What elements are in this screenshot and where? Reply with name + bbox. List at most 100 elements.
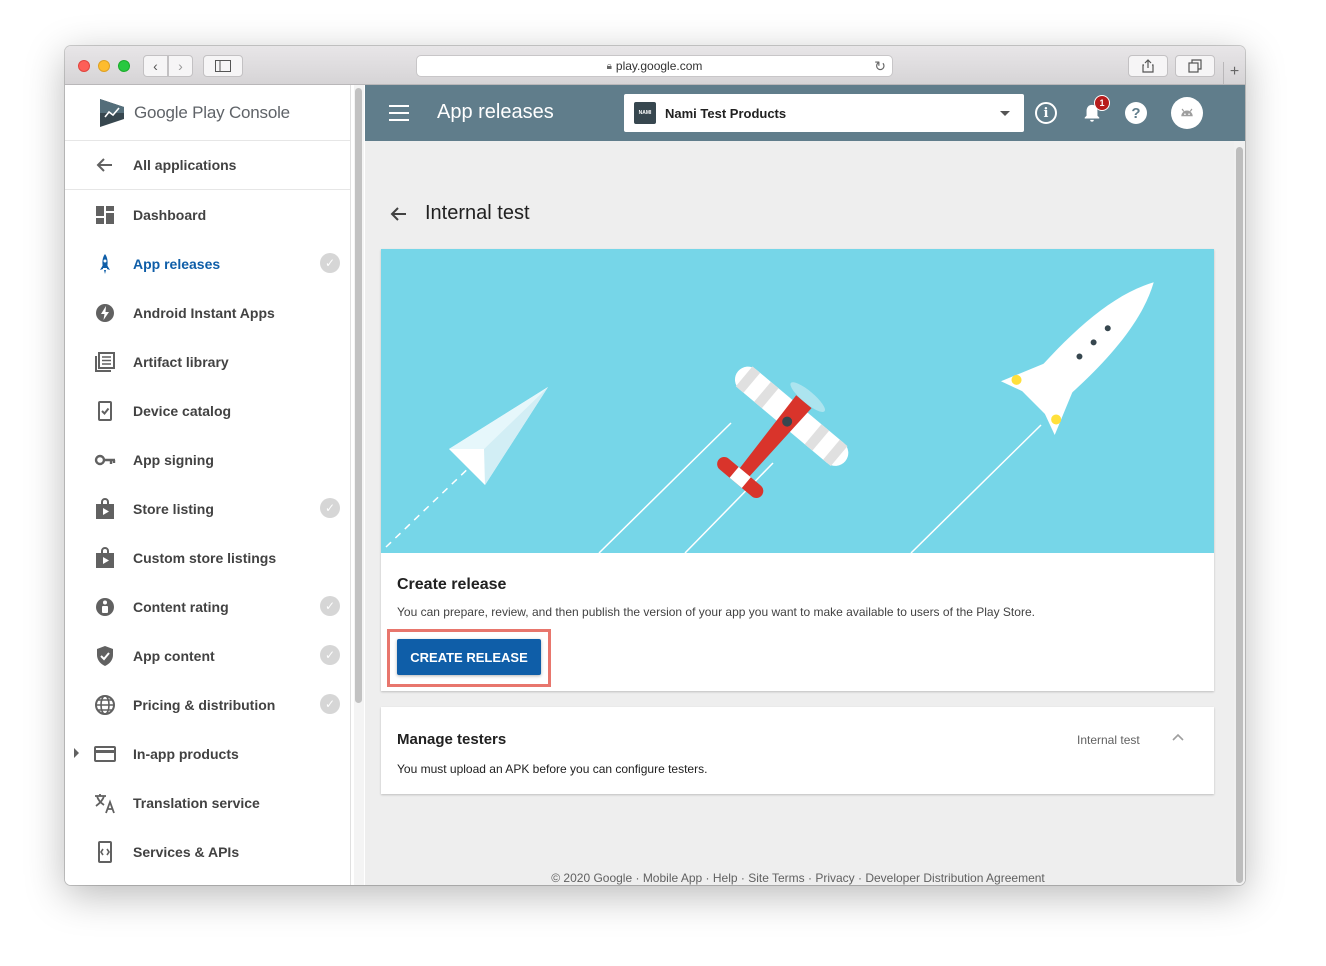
browser-sidebar-button[interactable] bbox=[203, 55, 243, 77]
dropdown-arrow-icon bbox=[1000, 111, 1010, 116]
release-hero-illustration bbox=[381, 249, 1214, 553]
sidebar-icon bbox=[215, 60, 231, 72]
sidebar-item-app-signing[interactable]: App signing bbox=[65, 435, 350, 484]
menu-icon[interactable] bbox=[389, 105, 409, 121]
manage-testers-title: Manage testers bbox=[397, 731, 507, 748]
rating-icon bbox=[65, 596, 133, 618]
help-icon[interactable]: ? bbox=[1125, 102, 1147, 124]
check-icon: ✓ bbox=[320, 498, 340, 518]
url-text: play.google.com bbox=[615, 59, 703, 73]
account-avatar[interactable] bbox=[1171, 97, 1203, 129]
close-window-button[interactable] bbox=[78, 60, 90, 72]
expand-arrow-icon[interactable] bbox=[74, 748, 79, 758]
app-icon: NAMI bbox=[634, 102, 656, 124]
create-release-card: Create release You can prepare, review, … bbox=[381, 249, 1214, 691]
sidebar-item-label: Translation service bbox=[133, 794, 260, 811]
bolt-icon bbox=[65, 302, 133, 324]
dashboard-icon bbox=[65, 204, 133, 226]
sidebar-item-artifact-library[interactable]: Artifact library bbox=[65, 337, 350, 386]
chevron-up-icon[interactable] bbox=[1172, 732, 1184, 744]
create-release-description: You can prepare, review, and then publis… bbox=[397, 605, 1035, 619]
check-icon: ✓ bbox=[320, 694, 340, 714]
check-icon: ✓ bbox=[320, 253, 340, 273]
main-content: App releases NAMI Nami Test Products i 1… bbox=[365, 85, 1245, 885]
lock-icon: 🔒︎ bbox=[606, 60, 612, 72]
sidebar-item-store-listing[interactable]: Store listing ✓ bbox=[65, 484, 350, 533]
sidebar-item-app-releases[interactable]: App releases ✓ bbox=[65, 239, 350, 288]
manage-testers-card: Manage testers Internal test You must up… bbox=[381, 707, 1214, 794]
chevron-right-icon: › bbox=[178, 58, 183, 74]
header-title: App releases bbox=[437, 101, 554, 123]
sidebar-item-app-content[interactable]: App content ✓ bbox=[65, 631, 350, 680]
sidebar-item-label: Services & APIs bbox=[133, 843, 240, 860]
app-header: App releases NAMI Nami Test Products i 1… bbox=[365, 85, 1245, 141]
browser-back-button[interactable]: ‹ bbox=[143, 55, 168, 77]
manage-testers-description: You must upload an APK before you can co… bbox=[397, 762, 708, 776]
hero-artwork bbox=[381, 249, 1214, 553]
sidebar-item-custom-store-listings[interactable]: Custom store listings bbox=[65, 533, 350, 582]
check-icon: ✓ bbox=[320, 645, 340, 665]
sidebar-item-label: Device catalog bbox=[133, 402, 232, 419]
app-name: Nami Test Products bbox=[665, 105, 787, 121]
tabs-icon bbox=[1188, 59, 1202, 73]
minimize-window-button[interactable] bbox=[98, 60, 110, 72]
browser-toolbar: ‹ › 🔒︎ play.google.com ↻ + bbox=[65, 46, 1245, 85]
sidebar-item-android-instant-apps[interactable]: Android Instant Apps bbox=[65, 288, 350, 337]
sidebar-item-label: Dashboard bbox=[133, 206, 207, 223]
all-applications-label: All applications bbox=[133, 157, 237, 173]
rocket-icon bbox=[65, 253, 133, 275]
show-tabs-button[interactable] bbox=[1175, 55, 1215, 77]
translate-icon bbox=[65, 792, 133, 814]
sidebar-item-pricing-distribution[interactable]: Pricing & distribution ✓ bbox=[65, 680, 350, 729]
left-navigation: Google Play Console All applications Das… bbox=[65, 85, 351, 885]
globe-icon bbox=[65, 694, 133, 716]
sidebar-item-translation-service[interactable]: Translation service bbox=[65, 778, 350, 827]
arrow-back-icon bbox=[65, 154, 133, 176]
testers-track-label: Internal test bbox=[1077, 733, 1140, 747]
create-release-button[interactable]: CREATE RELEASE bbox=[397, 639, 541, 675]
sidebar-item-services-apis[interactable]: Services & APIs bbox=[65, 827, 350, 876]
store-icon bbox=[65, 546, 133, 569]
zoom-window-button[interactable] bbox=[118, 60, 130, 72]
sidebar-item-label: Android Instant Apps bbox=[133, 304, 275, 321]
shield-icon bbox=[65, 645, 133, 667]
logo-brand-text: Google Play bbox=[134, 102, 225, 122]
page-back-arrow-icon[interactable] bbox=[389, 204, 409, 229]
browser-window: ‹ › 🔒︎ play.google.com ↻ + Google Play C… bbox=[65, 46, 1245, 885]
sidebar-item-device-catalog[interactable]: Device catalog bbox=[65, 386, 350, 435]
share-button[interactable] bbox=[1128, 55, 1168, 77]
create-release-title: Create release bbox=[397, 576, 507, 593]
sidebar-scrollbar-thumb[interactable] bbox=[355, 88, 362, 703]
sidebar-item-label: In-app products bbox=[133, 745, 239, 762]
sidebar-item-label: Store listing bbox=[133, 500, 214, 517]
browser-forward-button[interactable]: › bbox=[168, 55, 193, 77]
sidebar-item-label: Content rating bbox=[133, 598, 229, 615]
logo-product-text: Console bbox=[228, 102, 290, 122]
android-icon bbox=[1181, 108, 1193, 117]
sidebar-item-dashboard[interactable]: Dashboard bbox=[65, 190, 350, 239]
library-icon bbox=[65, 351, 133, 373]
info-icon[interactable]: i bbox=[1035, 102, 1057, 124]
share-icon bbox=[1142, 59, 1154, 73]
main-scrollbar-thumb[interactable] bbox=[1236, 147, 1243, 883]
page-footer: © 2020 Google · Mobile App · Help · Site… bbox=[551, 871, 1045, 885]
address-bar[interactable]: 🔒︎ play.google.com ↻ bbox=[416, 55, 893, 77]
page-title: Internal test bbox=[425, 202, 530, 224]
app-selector[interactable]: NAMI Nami Test Products bbox=[624, 94, 1024, 132]
device-catalog-icon bbox=[65, 400, 133, 422]
sidebar-item-label: Pricing & distribution bbox=[133, 696, 276, 713]
key-icon bbox=[65, 449, 133, 471]
api-icon bbox=[65, 840, 133, 863]
sidebar-item-in-app-products[interactable]: In-app products bbox=[65, 729, 350, 778]
all-applications-link[interactable]: All applications bbox=[65, 141, 350, 190]
chevron-left-icon: ‹ bbox=[153, 58, 158, 74]
play-console-logo[interactable]: Google Play Console bbox=[65, 85, 350, 141]
store-icon bbox=[65, 497, 133, 520]
sidebar-item-label: Custom store listings bbox=[133, 549, 277, 566]
plus-icon: + bbox=[1229, 63, 1240, 80]
check-icon: ✓ bbox=[320, 596, 340, 616]
new-tab-button[interactable]: + bbox=[1223, 62, 1245, 85]
sidebar-item-content-rating[interactable]: Content rating ✓ bbox=[65, 582, 350, 631]
play-console-logo-icon bbox=[100, 98, 124, 127]
reload-icon[interactable]: ↻ bbox=[874, 58, 886, 75]
